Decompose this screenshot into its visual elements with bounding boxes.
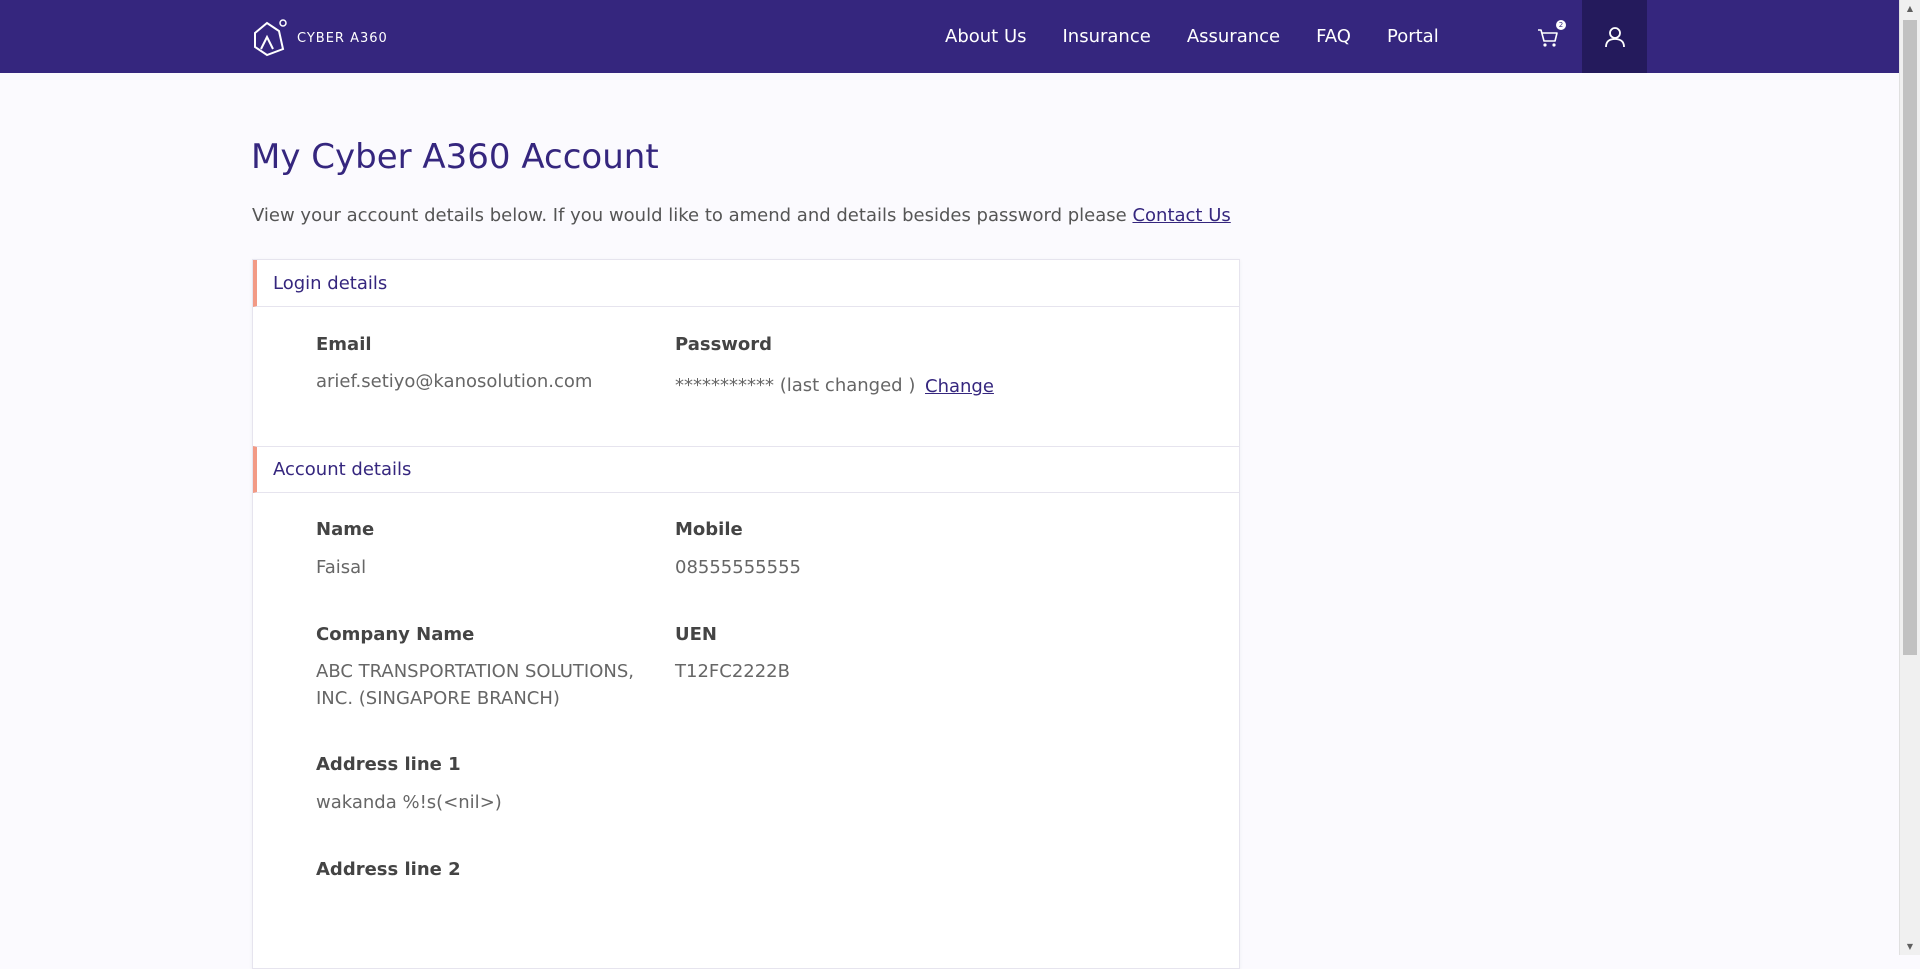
account-card: Login details Email arief.setiyo@kanosol… bbox=[252, 259, 1240, 969]
scroll-thumb[interactable] bbox=[1903, 20, 1917, 655]
address-line1-value: wakanda %!s(<nil>) bbox=[316, 792, 502, 813]
page-title: My Cyber A360 Account bbox=[251, 137, 659, 177]
intro-text: View your account details below. If you … bbox=[252, 205, 1231, 226]
intro-message: View your account details below. If you … bbox=[252, 205, 1127, 226]
email-label: Email bbox=[316, 334, 372, 355]
mobile-label: Mobile bbox=[675, 519, 743, 540]
account-details-heading: Account details bbox=[253, 446, 1239, 493]
user-icon bbox=[1604, 26, 1625, 47]
password-value: *********** (last changed ) bbox=[675, 375, 916, 396]
nav-faq[interactable]: FAQ bbox=[1316, 26, 1351, 47]
nav-insurance[interactable]: Insurance bbox=[1063, 26, 1151, 47]
company-name-label: Company Name bbox=[316, 624, 475, 645]
nav-about-us[interactable]: About Us bbox=[945, 26, 1027, 47]
logo-text: CYBER A360 bbox=[297, 30, 388, 46]
change-password-link[interactable]: Change bbox=[925, 376, 994, 397]
nav-assurance[interactable]: Assurance bbox=[1187, 26, 1280, 47]
logo-icon bbox=[254, 19, 287, 57]
nav-portal[interactable]: Portal bbox=[1387, 26, 1439, 47]
address-line1-label: Address line 1 bbox=[316, 754, 461, 775]
password-label: Password bbox=[675, 334, 773, 355]
email-value: arief.setiyo@kanosolution.com bbox=[316, 371, 593, 392]
contact-us-link[interactable]: Contact Us bbox=[1132, 205, 1230, 226]
cart-button[interactable]: 2 bbox=[1534, 20, 1566, 50]
name-label: Name bbox=[316, 519, 375, 540]
uen-label: UEN bbox=[675, 624, 717, 645]
address-line2-label: Address line 2 bbox=[316, 859, 461, 880]
mobile-value: 08555555555 bbox=[675, 557, 801, 578]
company-name-value-line2: INC. (SINGAPORE BRANCH) bbox=[316, 688, 560, 709]
login-details-heading: Login details bbox=[253, 260, 1239, 307]
uen-value: T12FC2222B bbox=[675, 661, 790, 682]
top-navbar: CYBER A360 About Us Insurance Assurance … bbox=[0, 0, 1899, 73]
page-scrollbar[interactable]: ▲ ▼ bbox=[1899, 0, 1920, 955]
name-value: Faisal bbox=[316, 557, 367, 578]
user-account-button[interactable] bbox=[1582, 0, 1647, 73]
scroll-up-arrow-icon[interactable]: ▲ bbox=[1900, 0, 1920, 17]
cart-icon bbox=[1538, 29, 1558, 47]
logo[interactable]: CYBER A360 bbox=[251, 19, 388, 57]
company-name-value-line1: ABC TRANSPORTATION SOLUTIONS, bbox=[316, 661, 634, 682]
cart-count-badge: 2 bbox=[1556, 20, 1566, 30]
main-nav: About Us Insurance Assurance FAQ Portal bbox=[945, 0, 1475, 73]
scroll-down-arrow-icon[interactable]: ▼ bbox=[1900, 938, 1920, 955]
